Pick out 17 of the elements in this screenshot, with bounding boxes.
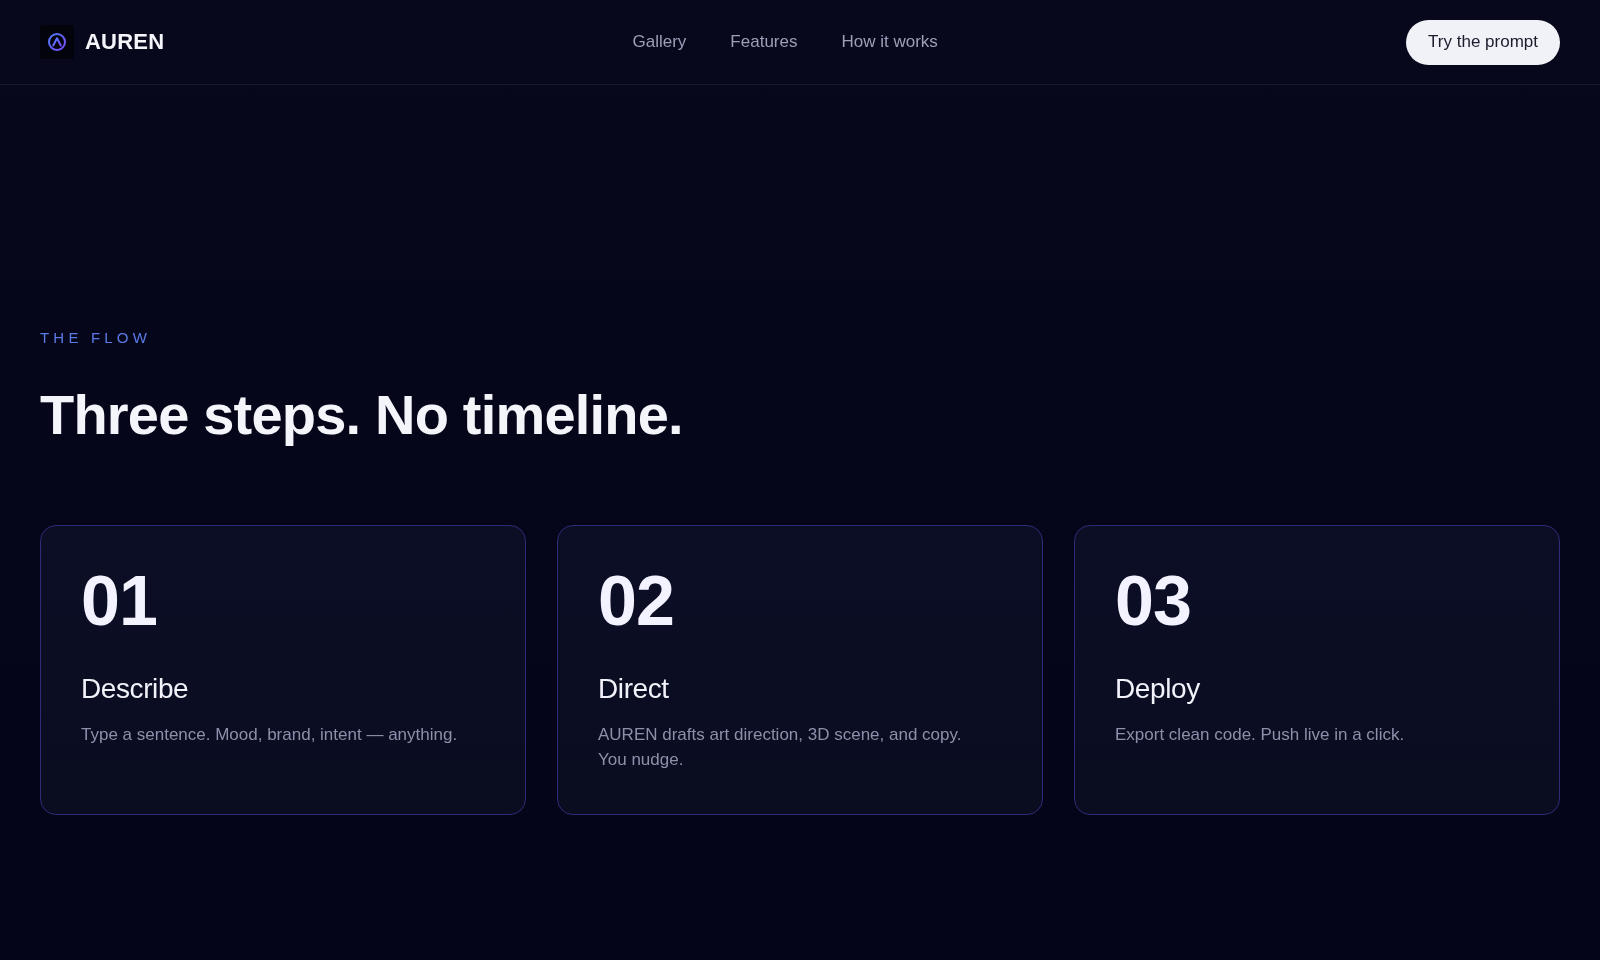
step-description: AUREN drafts art direction, 3D scene, and copy. You nudge. [598,724,963,771]
logo-icon [40,25,74,59]
nav-link[interactable]: Features [730,32,798,52]
step-number: 01 [81,566,157,636]
step-description: Type a sentence. Mood, brand, intent — anything. [81,724,458,746]
step-number: 02 [598,566,674,636]
try-prompt-button[interactable]: Try the prompt [1406,19,1560,65]
nav-link[interactable]: Gallery [632,32,687,52]
step-title: Direct [598,672,669,706]
section-heading: Three steps. No timeline. [40,382,683,448]
step-title: Deploy [1115,672,1200,706]
step-description: Export clean code. Push live in a click. [1115,724,1405,746]
nav-link[interactable]: How it works [841,32,938,52]
brand-name: AUREN [85,29,165,55]
section-eyebrow: THE FLOW [40,329,152,347]
step-title: Describe [81,672,189,706]
step-number: 03 [1115,566,1191,636]
